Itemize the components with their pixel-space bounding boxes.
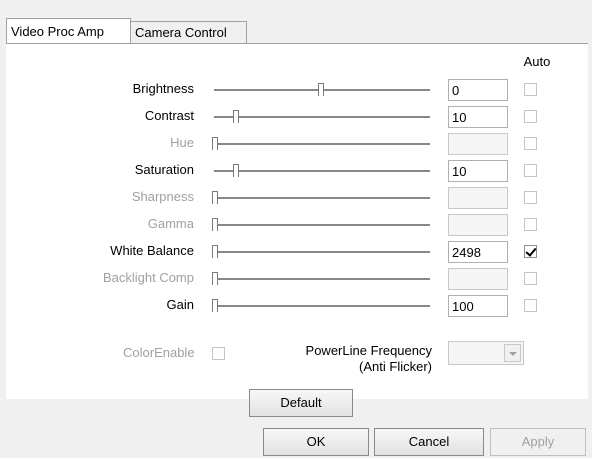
hue-auto-checkbox	[524, 137, 537, 150]
tab-strip: Video Proc Amp Camera Control	[0, 0, 592, 46]
contrast-slider[interactable]	[212, 110, 430, 124]
brightness-slider[interactable]	[212, 83, 430, 97]
sharpness-auto-checkbox	[524, 191, 537, 204]
control-row-sharpness: Sharpness	[0, 185, 592, 211]
backlight-comp-value-field	[448, 268, 508, 290]
saturation-value-field[interactable]: 10	[448, 160, 508, 182]
gamma-auto-checkbox	[524, 218, 537, 231]
backlight-comp-auto-checkbox	[524, 272, 537, 285]
backlight-comp-label: Backlight Comp	[102, 270, 194, 285]
hue-slider-thumb	[212, 137, 218, 150]
control-row-gamma: Gamma	[0, 212, 592, 238]
powerline-label-line1: PowerLine Frequency	[305, 343, 432, 358]
hue-label: Hue	[170, 135, 194, 150]
control-row-gain: Gain 100	[0, 293, 592, 319]
brightness-label: Brightness	[132, 81, 194, 96]
gain-slider[interactable]	[212, 299, 430, 313]
hue-slider-track	[214, 143, 430, 145]
saturation-slider[interactable]	[212, 164, 430, 178]
gain-label: Gain	[166, 297, 194, 312]
control-row-saturation: Saturation 10	[0, 158, 592, 184]
powerline-frequency-dropdown[interactable]	[448, 341, 524, 365]
hue-slider	[212, 137, 430, 151]
gain-slider-thumb[interactable]	[212, 299, 218, 312]
chevron-down-icon[interactable]	[504, 344, 521, 362]
color-enable-label: ColorEnable	[123, 345, 195, 360]
gamma-slider-track	[214, 224, 430, 226]
gamma-slider	[212, 218, 430, 232]
saturation-slider-thumb[interactable]	[233, 164, 239, 177]
sharpness-slider	[212, 191, 430, 205]
color-enable-checkbox[interactable]	[212, 347, 225, 360]
control-row-backlight-comp: Backlight Comp	[0, 266, 592, 292]
gamma-slider-thumb	[212, 218, 218, 231]
control-row-brightness: Brightness 0	[0, 77, 592, 103]
saturation-label: Saturation	[134, 162, 194, 177]
sharpness-slider-thumb	[212, 191, 218, 204]
control-row-white-balance: White Balance 2498	[0, 239, 592, 265]
control-row-contrast: Contrast 10	[0, 104, 592, 130]
saturation-slider-track	[214, 170, 430, 172]
white-balance-value-field[interactable]: 2498	[448, 241, 508, 263]
brightness-slider-thumb[interactable]	[318, 83, 324, 96]
brightness-value-field[interactable]: 0	[448, 79, 508, 101]
contrast-label: Contrast	[144, 108, 194, 123]
gamma-value-field	[448, 214, 508, 236]
powerline-frequency-label: PowerLine Frequency (Anti Flicker)	[270, 343, 432, 375]
gain-auto-checkbox	[524, 299, 537, 312]
sharpness-value-field	[448, 187, 508, 209]
hue-value-field	[448, 133, 508, 155]
tab-camera-control[interactable]: Camera Control	[131, 21, 247, 45]
backlight-comp-slider-thumb	[212, 272, 218, 285]
contrast-value-field[interactable]: 10	[448, 106, 508, 128]
default-button[interactable]: Default	[249, 389, 353, 417]
cancel-button[interactable]: Cancel	[374, 428, 484, 456]
sharpness-slider-track	[214, 197, 430, 199]
gain-slider-track	[214, 305, 430, 307]
powerline-label-line2: (Anti Flicker)	[359, 359, 432, 374]
contrast-slider-thumb[interactable]	[233, 110, 239, 123]
control-row-hue: Hue	[0, 131, 592, 157]
saturation-auto-checkbox	[524, 164, 537, 177]
backlight-comp-slider	[212, 272, 430, 286]
contrast-slider-track	[214, 116, 430, 118]
apply-button[interactable]: Apply	[490, 428, 586, 456]
white-balance-slider-thumb[interactable]	[212, 245, 218, 258]
brightness-auto-checkbox	[524, 83, 537, 96]
white-balance-slider-track	[214, 251, 430, 253]
gain-value-field[interactable]: 100	[448, 295, 508, 317]
contrast-auto-checkbox	[524, 110, 537, 123]
ok-button[interactable]: OK	[263, 428, 369, 456]
backlight-comp-slider-track	[214, 278, 430, 280]
white-balance-slider[interactable]	[212, 245, 430, 259]
auto-column-header: Auto	[523, 54, 551, 69]
tab-video-proc-amp[interactable]: Video Proc Amp	[6, 18, 131, 44]
white-balance-label: White Balance	[110, 243, 194, 258]
white-balance-auto-checkbox[interactable]	[524, 245, 537, 258]
gamma-label: Gamma	[147, 216, 194, 231]
sharpness-label: Sharpness	[131, 189, 194, 204]
